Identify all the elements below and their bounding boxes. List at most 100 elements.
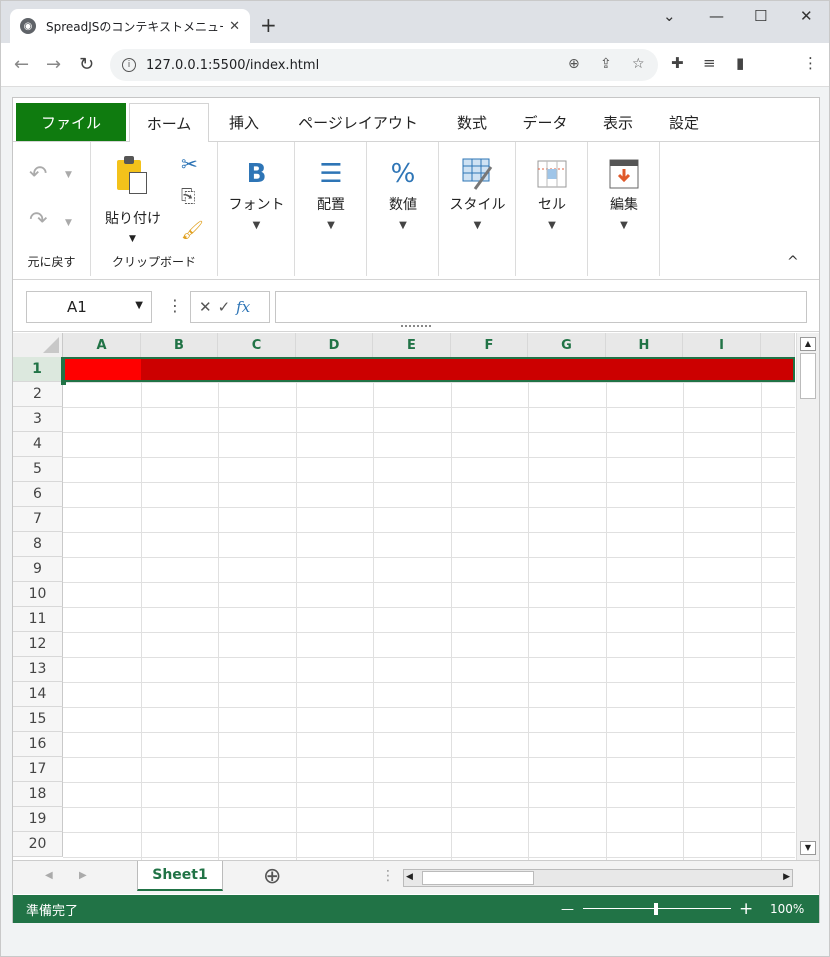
omnibox[interactable]: i 127.0.0.1:5500/index.html ⊕ ⇪ ☆	[110, 49, 658, 81]
redo-icon[interactable]: ↷	[29, 208, 47, 233]
browser-tab[interactable]: ◉ SpreadJSのコンテキストメニューのカスタ ✕	[10, 9, 250, 43]
row-header[interactable]: 20	[13, 832, 63, 857]
row-header[interactable]: 1	[13, 357, 63, 382]
font-button[interactable]: B フォント ▼	[218, 154, 295, 231]
align-button[interactable]: ☰ 配置 ▼	[295, 154, 367, 231]
column-header-i[interactable]: I	[683, 333, 761, 357]
add-sheet-icon[interactable]: ⊕	[263, 864, 281, 889]
row-header[interactable]: 15	[13, 707, 63, 732]
row-header[interactable]: 12	[13, 632, 63, 657]
media-icon[interactable]: ≡	[703, 54, 716, 72]
scroll-right-icon[interactable]: ▶	[783, 872, 790, 882]
tab-data[interactable]: データ	[513, 103, 577, 142]
column-header-a[interactable]: A	[63, 333, 141, 357]
cut-icon[interactable]: ✂	[181, 152, 198, 176]
edit-button[interactable]: 編集 ▼	[588, 154, 660, 231]
url-text[interactable]: 127.0.0.1:5500/index.html	[146, 58, 319, 73]
cell-grid[interactable]: A B C D E F G H I 1 2 3 4 5 6 7 8 9 10 11 12 13 14 15 1…	[13, 333, 795, 860]
name-box-dropdown-icon[interactable]: ▼	[135, 300, 143, 311]
share-icon[interactable]: ⇪	[600, 56, 612, 72]
bookmark-star-icon[interactable]: ☆	[632, 56, 645, 72]
back-icon[interactable]: ←	[14, 54, 29, 75]
row-header[interactable]: 13	[13, 657, 63, 682]
row-header[interactable]: 9	[13, 557, 63, 582]
tab-page-layout[interactable]: ページレイアウト	[283, 103, 433, 142]
column-header-j[interactable]	[761, 333, 795, 357]
more-options-icon[interactable]: ⋮	[167, 296, 183, 315]
check-icon[interactable]: ✓	[218, 298, 231, 316]
fill-handle[interactable]	[61, 380, 66, 385]
forward-icon[interactable]: →	[46, 54, 61, 75]
cell-button[interactable]: セル ▼	[516, 154, 588, 231]
close-window-button[interactable]: ✕	[800, 7, 813, 25]
row-header[interactable]: 3	[13, 407, 63, 432]
zoom-in-button[interactable]: +	[739, 899, 753, 919]
column-header-c[interactable]: C	[218, 333, 296, 357]
tab-formulas[interactable]: 数式	[447, 103, 497, 142]
vertical-scrollbar[interactable]: ▲ ▼	[796, 333, 819, 860]
scroll-down-icon[interactable]: ▼	[800, 841, 816, 855]
scroll-up-icon[interactable]: ▲	[800, 337, 816, 351]
column-header-e[interactable]: E	[373, 333, 451, 357]
horizontal-scroll-thumb[interactable]	[422, 871, 534, 885]
row-header[interactable]: 4	[13, 432, 63, 457]
format-painter-icon[interactable]: 🖌	[181, 220, 204, 241]
column-header-d[interactable]: D	[296, 333, 373, 357]
cancel-icon[interactable]: ✕	[199, 298, 212, 316]
scroll-left-icon[interactable]: ◀	[406, 872, 413, 882]
redo-dropdown-icon[interactable]: ▼	[65, 218, 72, 228]
fx-icon[interactable]: fx	[236, 298, 250, 316]
zoom-out-button[interactable]: —	[561, 902, 574, 917]
row-header[interactable]: 8	[13, 532, 63, 557]
row-header[interactable]: 10	[13, 582, 63, 607]
sheet-tab-sheet1[interactable]: Sheet1	[137, 861, 223, 891]
new-tab-button[interactable]: +	[260, 13, 277, 37]
menu-icon[interactable]: ⋮	[803, 54, 818, 72]
row-header[interactable]: 14	[13, 682, 63, 707]
select-all-corner[interactable]	[13, 333, 63, 357]
extensions-icon[interactable]: ✚	[671, 54, 684, 72]
side-panel-icon[interactable]: ▮	[736, 54, 744, 72]
row-header[interactable]: 16	[13, 732, 63, 757]
undo-icon[interactable]: ↶	[29, 162, 47, 187]
tab-insert[interactable]: 挿入	[219, 103, 269, 142]
tab-home[interactable]: ホーム	[129, 103, 209, 143]
paste-button[interactable]: 貼り付け	[103, 208, 163, 228]
row-header[interactable]: 19	[13, 807, 63, 832]
column-header-b[interactable]: B	[141, 333, 218, 357]
reload-icon[interactable]: ↻	[79, 54, 94, 75]
site-info-icon[interactable]: i	[122, 58, 136, 72]
row-header[interactable]: 2	[13, 382, 63, 407]
tab-close-icon[interactable]: ✕	[229, 19, 240, 34]
copy-icon[interactable]: ⎘	[181, 186, 195, 207]
zoom-slider-thumb[interactable]	[654, 903, 658, 915]
vertical-scroll-thumb[interactable]	[800, 353, 816, 399]
sheet-next-icon[interactable]: ▶	[79, 870, 87, 881]
tab-splitter-icon[interactable]: ⋮	[381, 868, 395, 884]
row-1-fill[interactable]	[63, 357, 795, 382]
row-header[interactable]: 18	[13, 782, 63, 807]
zoom-level[interactable]: 100%	[770, 902, 804, 916]
undo-dropdown-icon[interactable]: ▼	[65, 170, 72, 180]
tab-settings[interactable]: 設定	[659, 103, 709, 142]
row-header[interactable]: 17	[13, 757, 63, 782]
tab-search-chevron-icon[interactable]: ⌄	[663, 7, 676, 25]
paste-dropdown-icon[interactable]: ▼	[129, 234, 136, 244]
collapse-ribbon-icon[interactable]: ^	[787, 254, 799, 270]
paste-icon[interactable]	[117, 156, 149, 194]
cell-a1[interactable]	[65, 359, 141, 380]
row-header[interactable]: 5	[13, 457, 63, 482]
maximize-button[interactable]: ☐	[754, 7, 767, 25]
formula-input[interactable]	[275, 291, 807, 323]
column-header-h[interactable]: H	[606, 333, 683, 357]
tab-file[interactable]: ファイル	[16, 103, 126, 141]
row-header[interactable]: 7	[13, 507, 63, 532]
name-box[interactable]: A1 ▼	[26, 291, 152, 323]
number-button[interactable]: % 数値 ▼	[367, 154, 439, 231]
row-header[interactable]: 6	[13, 482, 63, 507]
zoom-icon[interactable]: ⊕	[568, 56, 580, 72]
row-header[interactable]: 11	[13, 607, 63, 632]
horizontal-scrollbar[interactable]: ◀ ▶	[403, 869, 793, 887]
splitter-handle[interactable]	[401, 325, 431, 329]
column-header-g[interactable]: G	[528, 333, 606, 357]
